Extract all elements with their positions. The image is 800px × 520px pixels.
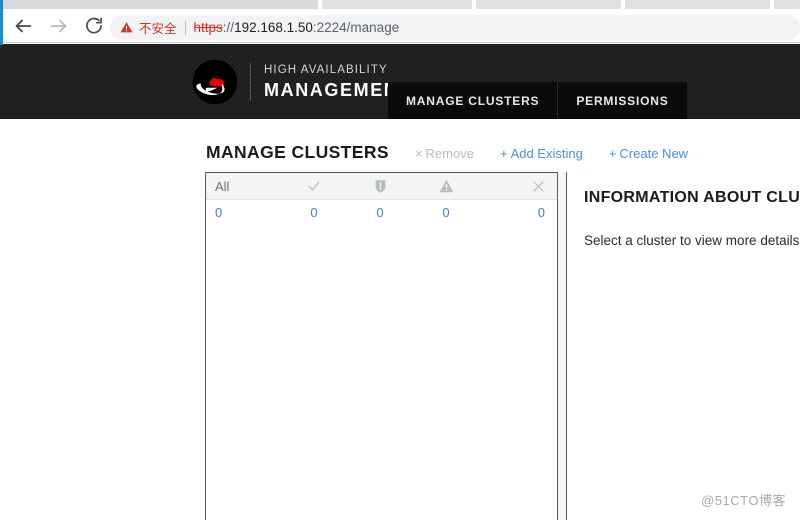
cell-count-all[interactable]: 0 [206, 200, 281, 225]
browser-toolbar: 不安全 https://192.168.1.50:2224/manage [0, 9, 800, 43]
column-header-all[interactable]: All [206, 173, 281, 199]
url-host: 192.168.1.50 [234, 20, 313, 35]
shield-alert-icon [375, 179, 385, 193]
app-header: HIGH AVAILABILITY MANAGEMENT MANAGE CLUS… [0, 44, 800, 119]
url-path: :2224/manage [312, 20, 400, 35]
page-body: MANAGE CLUSTERS × Remove + Add Existing + C… [0, 119, 800, 520]
cluster-info-title: INFORMATION ABOUT CLUSTER [584, 189, 800, 206]
back-arrow-icon[interactable] [12, 15, 34, 37]
browser-tab[interactable] [2, 0, 318, 9]
cluster-info-panel: INFORMATION ABOUT CLUSTER Select a clust… [566, 172, 800, 520]
brand-divider [250, 63, 251, 101]
browser-tab[interactable] [625, 0, 770, 9]
plus-icon: + [608, 146, 617, 161]
create-new-button[interactable]: + Create New [609, 146, 688, 161]
forward-arrow-icon[interactable] [48, 15, 70, 37]
close-x-icon [533, 181, 544, 191]
close-x-icon: × [414, 146, 423, 161]
column-header-all-label: All [215, 178, 230, 194]
page-title: MANAGE CLUSTERS [206, 142, 389, 162]
remove-button[interactable]: × Remove [415, 146, 474, 161]
table-header-row: All [206, 173, 557, 200]
browser-tab-strip[interactable] [0, 0, 800, 9]
column-header-warning[interactable] [413, 173, 479, 199]
url-scheme: https [193, 20, 223, 35]
column-header-error[interactable] [479, 173, 557, 199]
reload-icon[interactable] [84, 15, 106, 37]
add-existing-button-label: Add Existing [510, 146, 583, 161]
warning-triangle-icon [439, 179, 453, 193]
brand: HIGH AVAILABILITY MANAGEMENT [192, 58, 411, 106]
tab-permissions[interactable]: PERMISSIONS [557, 82, 686, 119]
omnibox-divider [184, 20, 186, 35]
address-bar[interactable]: 不安全 https://192.168.1.50:2224/manage [110, 15, 800, 40]
cell-count-error[interactable]: 0 [479, 200, 557, 225]
table-row[interactable]: 0 0 0 0 0 [206, 200, 557, 225]
brand-line-1: HIGH AVAILABILITY [264, 63, 388, 76]
tab-manage-clusters[interactable]: MANAGE CLUSTERS [388, 82, 557, 119]
url-separator: :// [222, 20, 235, 35]
security-status-label: 不安全 [139, 22, 177, 36]
section-toolbar: MANAGE CLUSTERS × Remove + Add Existing + C… [206, 142, 688, 163]
panel-gutter [558, 172, 566, 520]
cell-count-security[interactable]: 0 [347, 200, 413, 225]
window-left-edge [0, 0, 3, 45]
add-existing-button[interactable]: + Add Existing [500, 146, 583, 161]
remove-button-label: Remove [425, 146, 474, 161]
create-new-button-label: Create New [619, 146, 689, 161]
column-header-security[interactable] [347, 173, 413, 199]
plus-icon: + [499, 146, 508, 161]
cluster-table: All 0 0 0 0 0 [205, 172, 558, 520]
main-nav: MANAGE CLUSTERS PERMISSIONS [388, 82, 687, 119]
browser-tab[interactable] [322, 0, 472, 9]
cluster-info-subtitle: Select a cluster to view more details [584, 233, 800, 248]
cell-count-warning[interactable]: 0 [413, 200, 479, 225]
url-text: https://192.168.1.50:2224/manage [194, 20, 400, 35]
watermark: @51CTO博客 [701, 493, 786, 508]
browser-tab[interactable] [476, 0, 621, 9]
browser-tab[interactable] [774, 0, 800, 9]
red-hat-logo-icon [192, 59, 238, 105]
warning-triangle-icon [120, 22, 133, 33]
column-header-ok[interactable] [281, 173, 347, 199]
cell-count-ok[interactable]: 0 [281, 200, 347, 225]
check-icon [308, 181, 320, 191]
screenshot-root: 不安全 https://192.168.1.50:2224/manage HIG… [0, 0, 800, 520]
